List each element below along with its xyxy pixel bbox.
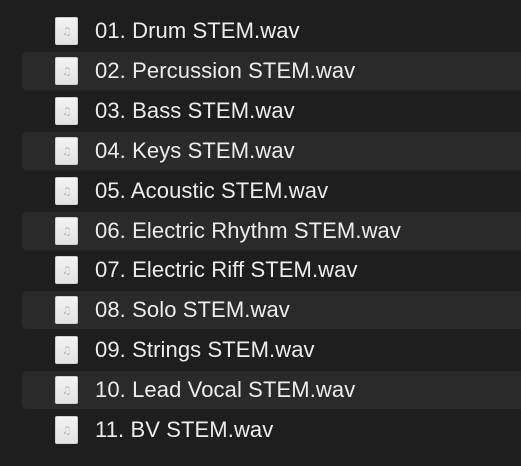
- file-name: 05. Acoustic STEM.wav: [95, 178, 329, 203]
- audio-file-icon: ♫: [55, 177, 78, 205]
- audio-file-icon: ♫: [55, 97, 78, 125]
- audio-file-icon: ♫: [55, 57, 78, 85]
- audio-file-icon: ♫: [55, 217, 78, 245]
- file-row[interactable]: ♫ 01. Drum STEM.wav: [22, 12, 521, 50]
- audio-file-icon: ♫: [55, 296, 78, 324]
- file-row[interactable]: ♫ 06. Electric Rhythm STEM.wav: [22, 212, 521, 250]
- file-row[interactable]: ♫ 08. Solo STEM.wav: [22, 291, 521, 329]
- file-row[interactable]: ♫ 04. Keys STEM.wav: [22, 132, 521, 170]
- file-name: 09. Strings STEM.wav: [95, 337, 315, 362]
- file-row[interactable]: ♫ 10. Lead Vocal STEM.wav: [22, 371, 521, 409]
- audio-file-icon: ♫: [55, 17, 78, 45]
- audio-file-icon: ♫: [55, 336, 78, 364]
- audio-file-icon: ♫: [55, 137, 78, 165]
- file-name: 03. Bass STEM.wav: [95, 98, 295, 123]
- file-list: ♫ 01. Drum STEM.wav ♫ 02. Percussion STE…: [0, 0, 521, 466]
- file-name: 10. Lead Vocal STEM.wav: [95, 377, 356, 402]
- file-name: 02. Percussion STEM.wav: [95, 58, 356, 83]
- file-name: 04. Keys STEM.wav: [95, 138, 295, 163]
- file-name: 07. Electric Riff STEM.wav: [95, 257, 358, 282]
- file-row[interactable]: ♫ 09. Strings STEM.wav: [22, 331, 521, 369]
- audio-file-icon: ♫: [55, 416, 78, 444]
- file-name: 06. Electric Rhythm STEM.wav: [95, 218, 401, 243]
- file-row[interactable]: ♫ 03. Bass STEM.wav: [22, 92, 521, 130]
- file-row[interactable]: ♫ 07. Electric Riff STEM.wav: [22, 251, 521, 289]
- file-row[interactable]: ♫ 02. Percussion STEM.wav: [22, 52, 521, 90]
- file-name: 01. Drum STEM.wav: [95, 18, 300, 43]
- file-name: 11. BV STEM.wav: [95, 417, 274, 442]
- file-row[interactable]: ♫ 11. BV STEM.wav: [22, 411, 521, 449]
- audio-file-icon: ♫: [55, 376, 78, 404]
- audio-file-icon: ♫: [55, 256, 78, 284]
- file-name: 08. Solo STEM.wav: [95, 297, 290, 322]
- file-row[interactable]: ♫ 05. Acoustic STEM.wav: [22, 172, 521, 210]
